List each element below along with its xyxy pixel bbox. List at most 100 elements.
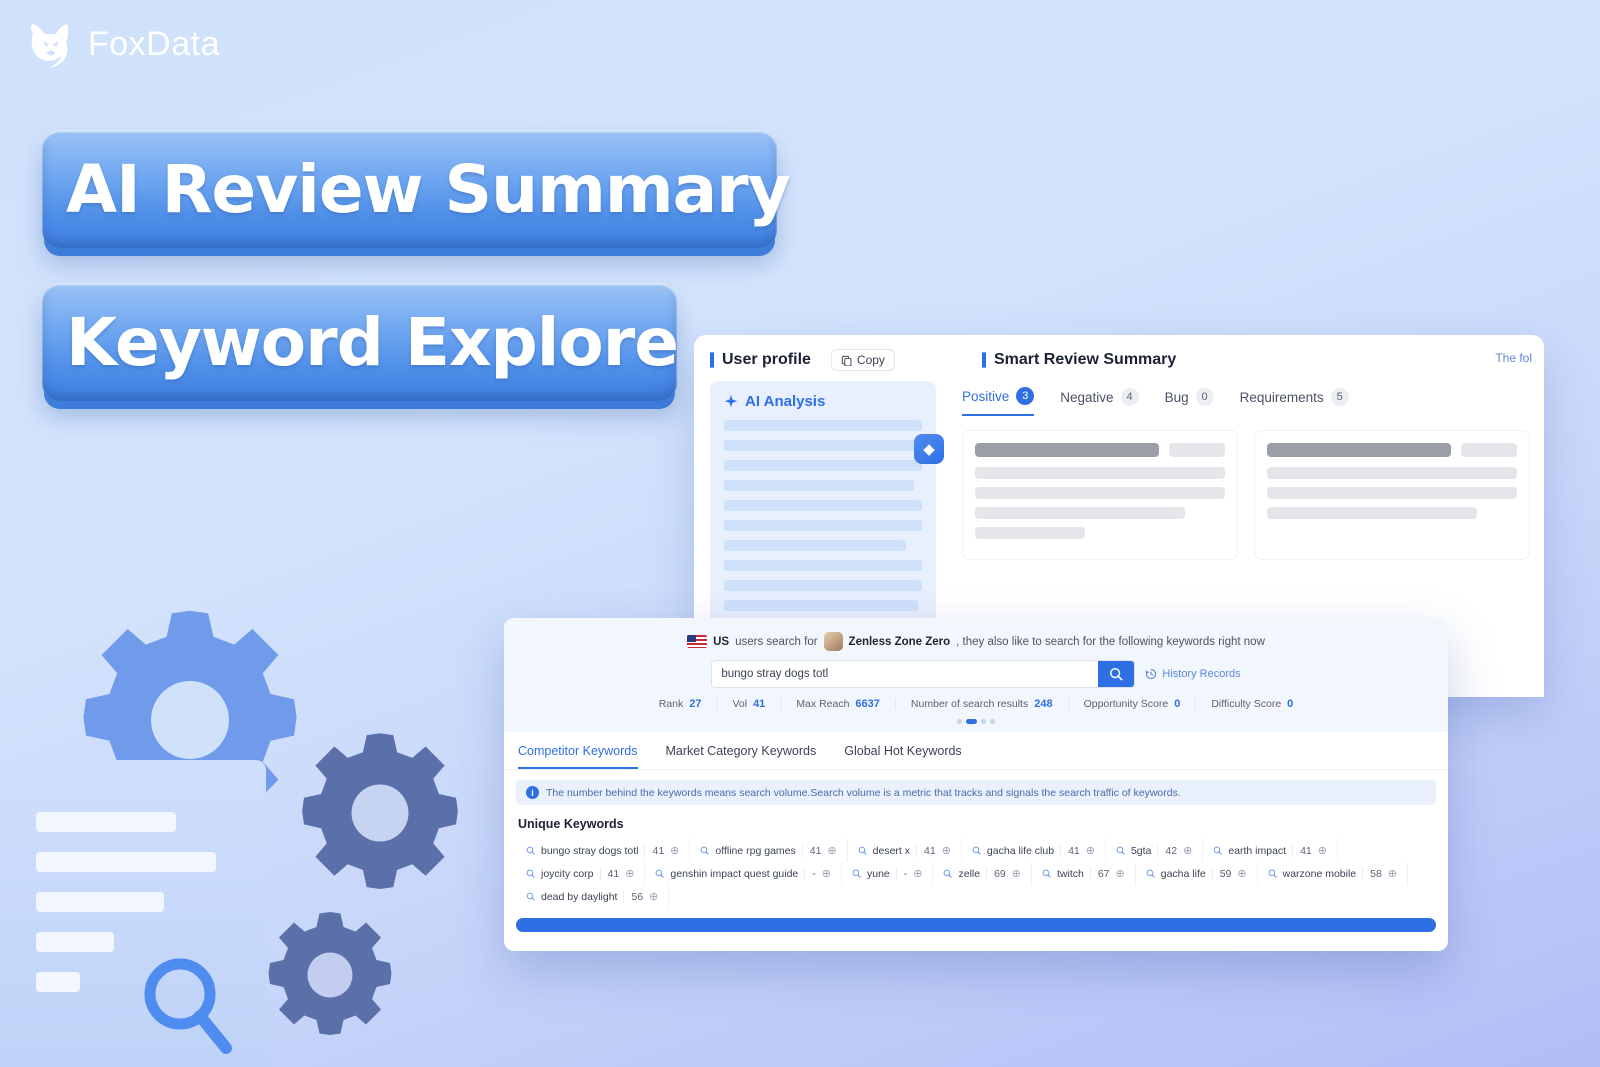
keyword-chip-term: dead by daylight bbox=[541, 890, 618, 903]
keyword-tab-global-hot-keywords[interactable]: Global Hot Keywords bbox=[844, 744, 961, 769]
sentiment-tab-positive[interactable]: Positive 3 bbox=[962, 387, 1035, 416]
keyword-chip-term: gacha life club bbox=[986, 844, 1055, 857]
metric-label: Vol bbox=[732, 698, 748, 710]
keyword-chip-volume: 41 bbox=[916, 844, 936, 857]
sentiment-tab-bug[interactable]: Bug 0 bbox=[1165, 388, 1214, 415]
ai-skeleton-line bbox=[724, 540, 907, 551]
keyword-chip[interactable]: earth impact 41 ⊕ bbox=[1203, 839, 1338, 862]
review-card[interactable] bbox=[1254, 430, 1530, 560]
metric-value: 0 bbox=[1287, 698, 1294, 710]
search-small-icon bbox=[1268, 869, 1277, 878]
metric-label: Max Reach bbox=[796, 698, 850, 710]
add-circle-icon[interactable]: ⊕ bbox=[670, 844, 679, 857]
add-circle-icon[interactable]: ⊕ bbox=[1183, 844, 1192, 857]
review-card-badge-placeholder bbox=[1461, 443, 1517, 457]
gear-small-icon bbox=[268, 912, 392, 1035]
add-circle-icon[interactable]: ⊕ bbox=[822, 867, 831, 880]
horizontal-scrollbar[interactable] bbox=[516, 918, 1436, 932]
review-card-line-placeholder bbox=[1267, 467, 1517, 479]
headline-plate-1: AI Review Summary bbox=[42, 130, 791, 248]
search-button[interactable] bbox=[1098, 661, 1135, 687]
copy-button[interactable]: Copy bbox=[830, 349, 895, 371]
smart-review-summary-label: Smart Review Summary bbox=[994, 351, 1177, 368]
add-circle-icon[interactable]: ⊕ bbox=[913, 867, 922, 880]
ai-skeleton-line bbox=[724, 580, 922, 591]
add-circle-icon[interactable]: ⊕ bbox=[1237, 867, 1246, 880]
keyword-tab-market-category-keywords[interactable]: Market Category Keywords bbox=[666, 744, 817, 769]
search-input[interactable] bbox=[712, 661, 1099, 687]
history-records-button[interactable]: History Records bbox=[1145, 668, 1241, 680]
search-small-icon bbox=[1146, 869, 1155, 878]
keyword-chip[interactable]: yune - ⊕ bbox=[842, 862, 934, 885]
review-card-header bbox=[1267, 443, 1517, 457]
ai-skeleton-line bbox=[724, 440, 922, 451]
keyword-chip[interactable]: dead by daylight 56 ⊕ bbox=[516, 885, 670, 908]
keyword-search-box[interactable] bbox=[711, 660, 1136, 688]
brand: FoxData bbox=[28, 20, 220, 68]
review-card-title-placeholder bbox=[1267, 443, 1451, 457]
app-thumbnail-icon bbox=[823, 632, 843, 651]
metric-value: 6637 bbox=[855, 698, 880, 710]
keyword-chip[interactable]: genshin impact quest guide - ⊕ bbox=[645, 862, 842, 885]
keyword-chip[interactable]: gacha life 59 ⊕ bbox=[1136, 862, 1258, 885]
keyword-chip-volume: 56 bbox=[623, 890, 643, 903]
keyword-chip-term: offline rpg games bbox=[715, 844, 796, 857]
keyword-chip[interactable]: desert x 41 ⊕ bbox=[848, 839, 962, 862]
sentiment-tab-negative[interactable]: Negative 4 bbox=[1060, 388, 1139, 415]
keyword-chip[interactable]: 5gta 42 ⊕ bbox=[1106, 839, 1204, 862]
keyword-chip[interactable]: twitch 67 ⊕ bbox=[1032, 862, 1136, 885]
add-circle-icon[interactable]: ⊕ bbox=[1086, 844, 1095, 857]
carousel-dot[interactable] bbox=[957, 719, 962, 724]
keyword-tabs: Competitor Keywords Market Category Keywo… bbox=[504, 732, 1448, 770]
ai-analysis-label: AI Analysis bbox=[745, 393, 826, 410]
carousel-dots[interactable] bbox=[504, 719, 1448, 724]
add-circle-icon[interactable]: ⊕ bbox=[1012, 867, 1021, 880]
keyword-chip-volume: 41 bbox=[1060, 844, 1080, 857]
keyword-tab-competitor-keywords[interactable]: Competitor Keywords bbox=[518, 744, 638, 769]
add-circle-icon[interactable]: ⊕ bbox=[1388, 867, 1397, 880]
keyword-explorer-window: US users search for Zenless Zone Zero , … bbox=[504, 618, 1448, 951]
keyword-chip-term: bungo stray dogs totl bbox=[541, 844, 639, 857]
keyword-chip-volume: 59 bbox=[1211, 867, 1231, 880]
keyword-chip[interactable]: zelle 69 ⊕ bbox=[933, 862, 1032, 885]
keyword-chip-volume: 58 bbox=[1362, 867, 1382, 880]
keyword-search-panel: US users search for Zenless Zone Zero , … bbox=[504, 618, 1448, 732]
keyword-chip-term: yune bbox=[866, 867, 890, 880]
keyword-chip-volume: 41 bbox=[599, 867, 619, 880]
keyword-chip-term: joycity corp bbox=[541, 867, 594, 880]
promo-canvas: FoxData AI Review Summary Keyword Explor… bbox=[0, 0, 1600, 1067]
sentiment-tabs: Positive 3 Negative 4 Bug 0 Requirements 5 bbox=[952, 381, 1530, 416]
add-circle-icon[interactable]: ⊕ bbox=[625, 867, 634, 880]
add-circle-icon[interactable]: ⊕ bbox=[649, 890, 658, 903]
metric-difficulty-score: Difficulty Score 0 bbox=[1196, 698, 1308, 710]
review-card[interactable] bbox=[962, 430, 1238, 560]
metric-max-reach: Max Reach 6637 bbox=[781, 698, 896, 710]
sentiment-tab-count: 3 bbox=[1016, 387, 1035, 405]
keyword-chip-term: earth impact bbox=[1228, 844, 1287, 857]
add-circle-icon[interactable]: ⊕ bbox=[1116, 867, 1125, 880]
carousel-dot[interactable] bbox=[990, 719, 995, 724]
sparkle-icon bbox=[724, 394, 738, 407]
add-circle-icon[interactable]: ⊕ bbox=[827, 844, 836, 857]
metric-label: Difficulty Score bbox=[1211, 698, 1282, 710]
keyword-chip[interactable]: offline rpg games 41 ⊕ bbox=[690, 839, 848, 862]
carousel-dot[interactable] bbox=[981, 719, 986, 724]
keyword-chip-term: 5gta bbox=[1130, 844, 1152, 857]
info-icon: i bbox=[526, 786, 539, 799]
keyword-chip-volume: 41 bbox=[1292, 844, 1312, 857]
keyword-chip[interactable]: joycity corp 41 ⊕ bbox=[516, 862, 646, 885]
search-small-icon bbox=[1042, 869, 1051, 878]
ai-analysis-title: AI Analysis bbox=[724, 393, 922, 410]
keyword-chip-term: warzone mobile bbox=[1282, 867, 1357, 880]
add-circle-icon[interactable]: ⊕ bbox=[1318, 844, 1327, 857]
search-small-icon bbox=[526, 892, 535, 901]
carousel-dot[interactable] bbox=[966, 719, 977, 724]
smart-review-summary-title: Smart Review Summary bbox=[982, 351, 1176, 369]
sentiment-tab-requirements[interactable]: Requirements 5 bbox=[1240, 388, 1349, 415]
search-small-icon bbox=[526, 846, 535, 855]
add-circle-icon[interactable]: ⊕ bbox=[942, 844, 951, 857]
search-small-icon bbox=[944, 869, 953, 878]
keyword-chip[interactable]: bungo stray dogs totl 41 ⊕ bbox=[516, 839, 691, 862]
keyword-chip[interactable]: warzone mobile 58 ⊕ bbox=[1258, 862, 1409, 885]
keyword-chip[interactable]: gacha life club 41 ⊕ bbox=[962, 839, 1106, 862]
